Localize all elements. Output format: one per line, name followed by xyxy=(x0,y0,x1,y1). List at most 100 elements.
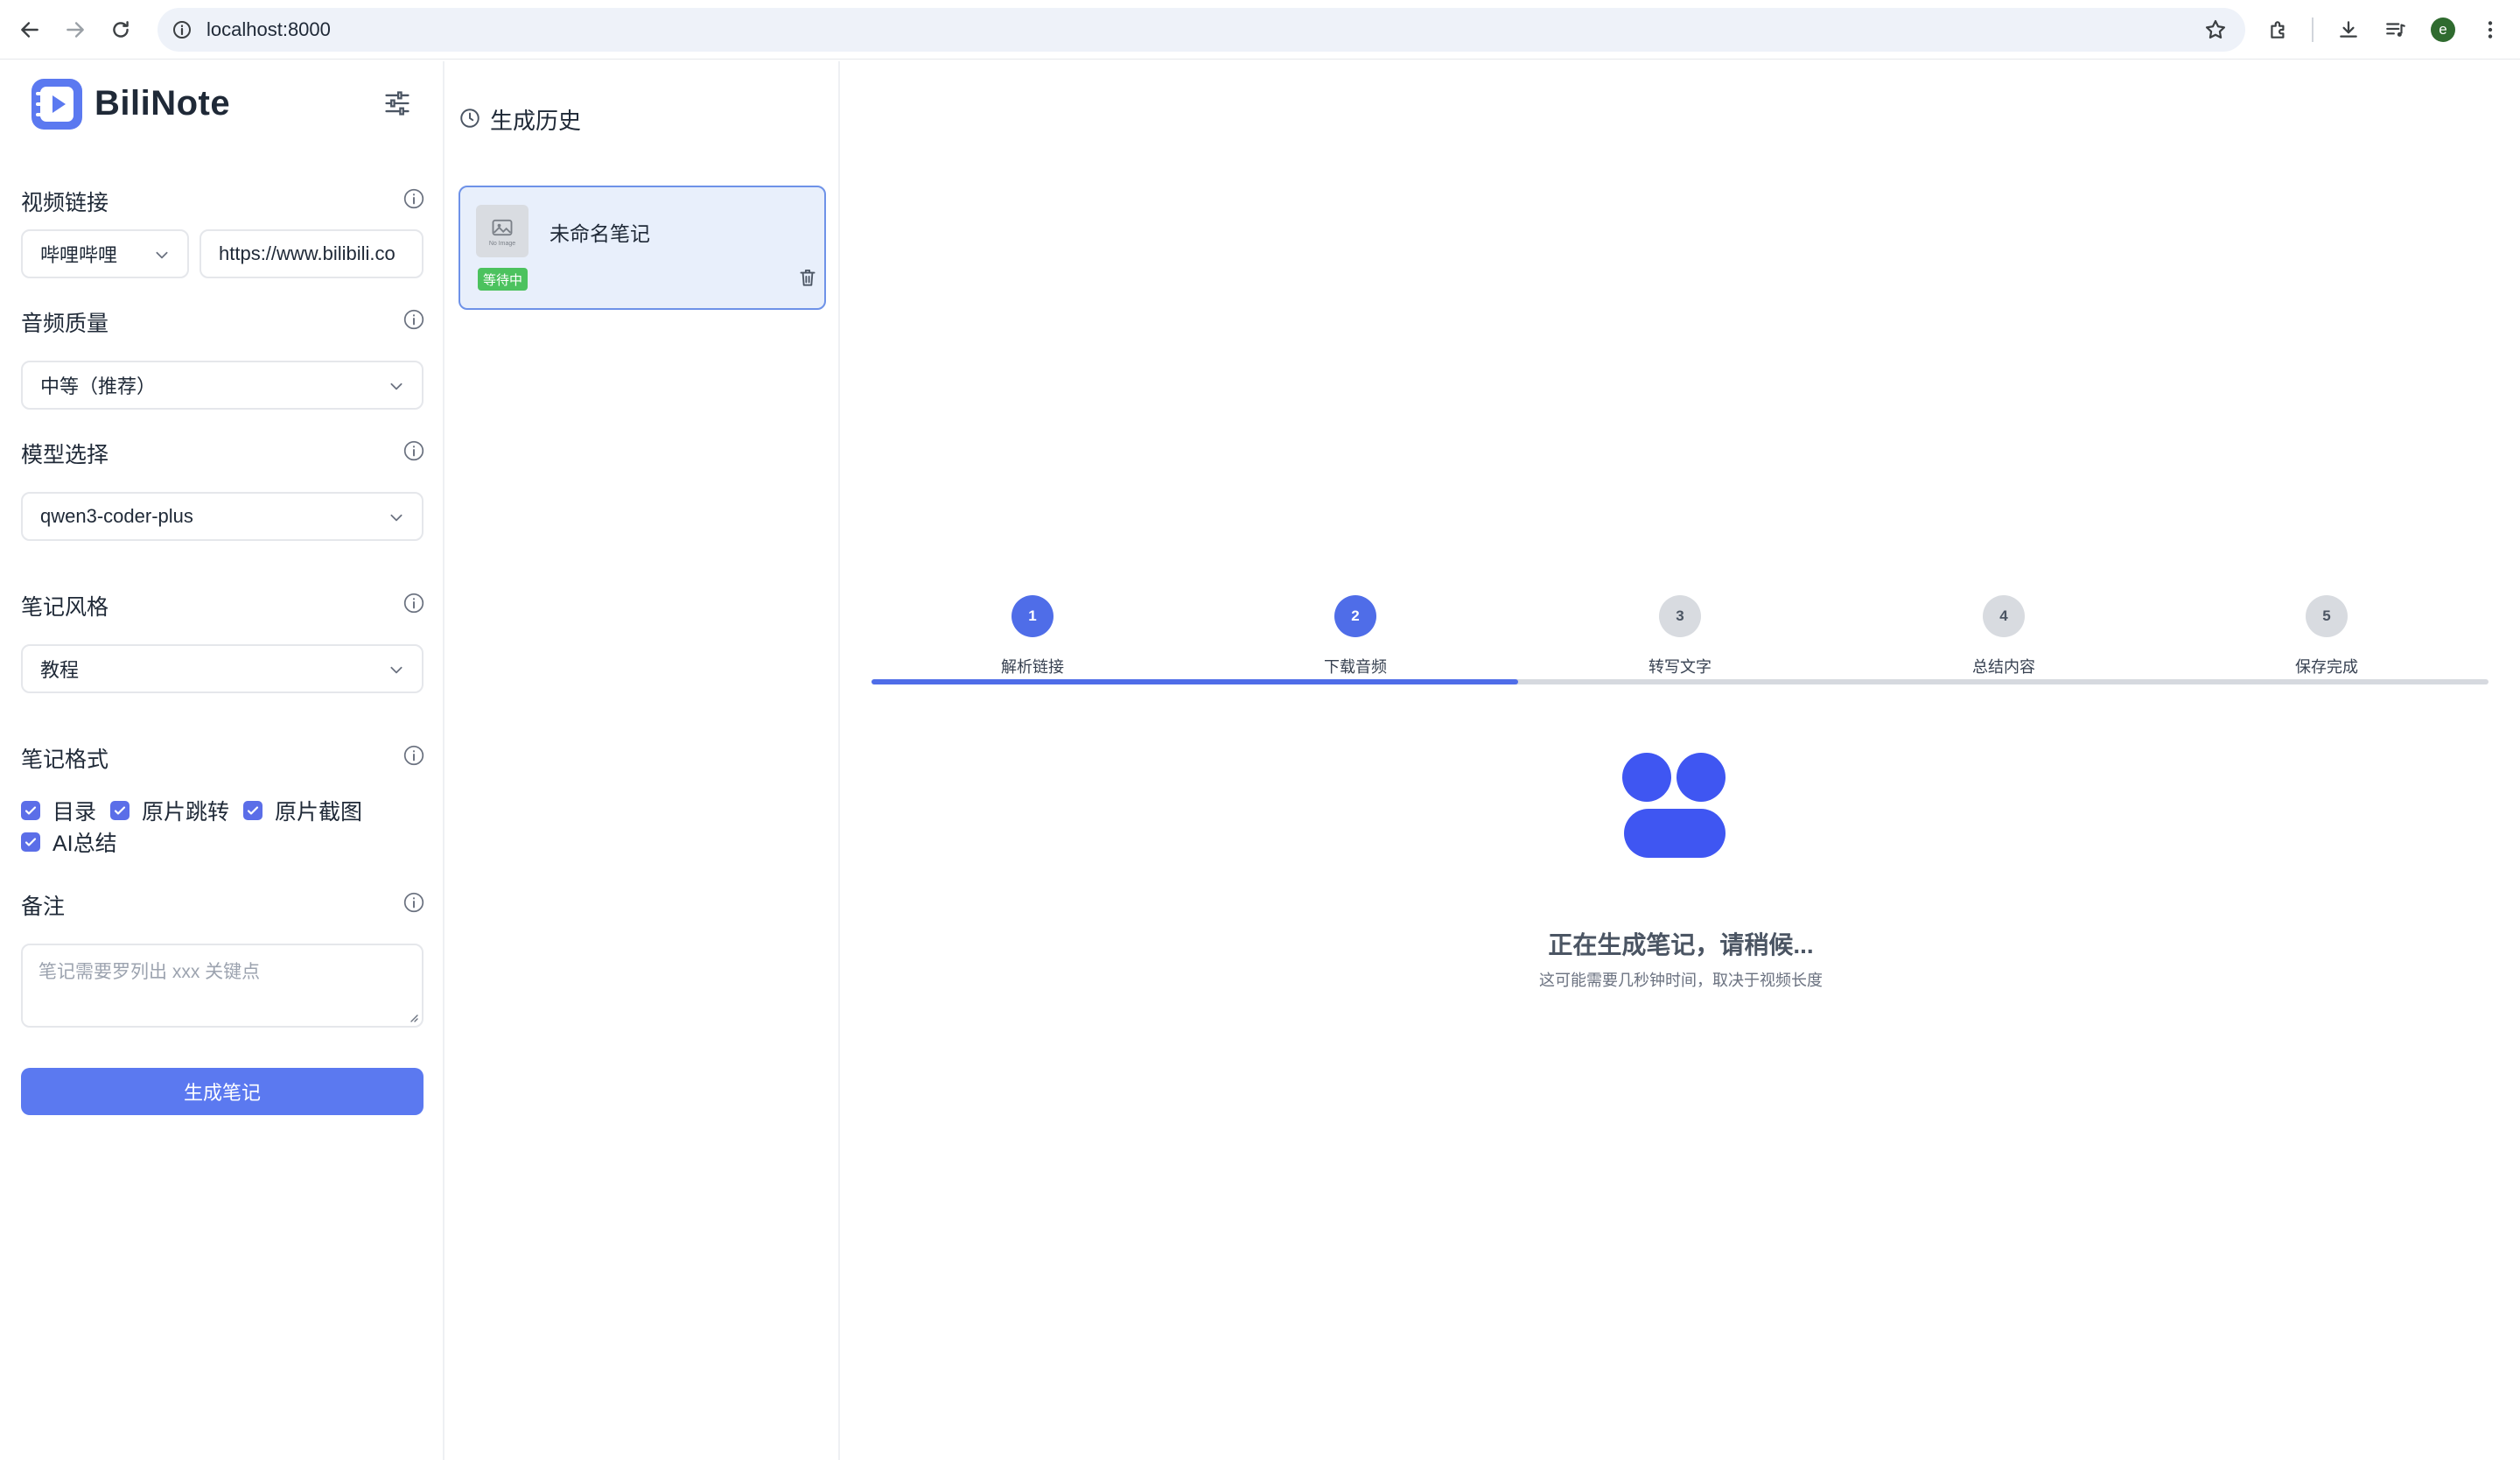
info-icon[interactable] xyxy=(402,439,425,462)
info-icon[interactable] xyxy=(402,744,425,767)
audio-quality-value: 中等（推荐） xyxy=(40,376,157,397)
status-badge: 等待中 xyxy=(478,268,528,291)
loading-spinner-icon xyxy=(1622,753,1726,858)
resize-handle-icon[interactable] xyxy=(408,1012,418,1022)
note-format-options: 目录 原片跳转 原片截图 AI总结 xyxy=(21,795,432,858)
download-icon xyxy=(2340,21,2357,38)
progress-step: 3 转写文字 xyxy=(1592,595,1768,677)
format-option-label: AI总结 xyxy=(52,832,117,856)
forward-button[interactable] xyxy=(58,12,93,47)
loading-title: 正在生成笔记，请稍候... xyxy=(1548,931,1814,958)
step-number: 5 xyxy=(2306,595,2348,637)
step-number: 1 xyxy=(1012,595,1054,637)
progress-step: 4 总结内容 xyxy=(1916,595,2091,677)
checkbox-checked[interactable] xyxy=(243,801,263,820)
info-icon[interactable] xyxy=(402,891,425,914)
checkbox-checked[interactable] xyxy=(110,801,130,820)
downloads-button[interactable] xyxy=(2331,12,2366,47)
site-info-icon[interactable] xyxy=(168,16,196,44)
step-label: 总结内容 xyxy=(1972,658,2035,676)
audio-quality-select[interactable]: 中等（推荐） xyxy=(21,361,424,410)
chevron-down-icon xyxy=(390,666,402,674)
address-bar[interactable]: localhost:8000 xyxy=(158,8,2245,52)
sliders-icon xyxy=(385,91,410,116)
info-icon[interactable] xyxy=(402,592,425,614)
platform-select[interactable]: 哔哩哔哩 xyxy=(21,229,189,278)
clock-icon xyxy=(460,109,480,128)
format-option-label: 原片截图 xyxy=(275,800,363,825)
history-title: 生成历史 xyxy=(490,108,582,134)
reload-button[interactable] xyxy=(103,12,138,47)
check-icon xyxy=(114,806,126,815)
model-select[interactable]: qwen3-coder-plus xyxy=(21,492,424,541)
progress-step: 5 保存完成 xyxy=(2239,595,2414,677)
checkbox-checked[interactable] xyxy=(21,832,40,852)
more-vertical-icon xyxy=(2488,21,2493,39)
history-item[interactable]: No Image 未命名笔记 等待中 xyxy=(458,186,826,310)
browser-toolbar: localhost:8000 e xyxy=(0,0,2520,60)
step-number: 3 xyxy=(1659,595,1701,637)
note-style-label: 笔记风格 xyxy=(21,595,109,620)
progress-step: 1 解析链接 xyxy=(945,595,1120,677)
video-link-label: 视频链接 xyxy=(21,191,109,215)
history-item-title: 未命名笔记 xyxy=(550,222,650,245)
thumbnail-caption: No Image xyxy=(488,241,516,247)
trash-icon[interactable] xyxy=(796,266,819,289)
settings-button[interactable] xyxy=(378,84,416,123)
bookmark-star-icon[interactable] xyxy=(2203,18,2228,42)
format-option-label: 原片跳转 xyxy=(142,800,230,825)
audio-quality-label: 音频质量 xyxy=(21,312,109,336)
step-label: 下载音频 xyxy=(1324,658,1387,676)
progress-fill xyxy=(872,679,1518,684)
remark-textarea[interactable]: 笔记需要罗列出 xxx 关键点 xyxy=(21,944,424,1028)
info-icon[interactable] xyxy=(402,308,425,331)
arrow-right-icon xyxy=(66,22,84,38)
profile-button[interactable]: e xyxy=(2426,12,2460,47)
avatar: e xyxy=(2431,18,2455,42)
puzzle-icon xyxy=(2271,21,2285,39)
toolbar-divider xyxy=(2312,18,2314,42)
arrow-left-icon xyxy=(21,22,38,38)
extensions-button[interactable] xyxy=(2261,12,2296,47)
brand-title: BiliNote xyxy=(94,84,231,123)
check-icon xyxy=(24,806,37,815)
step-label: 转写文字 xyxy=(1648,658,1712,676)
note-style-select[interactable]: 教程 xyxy=(21,644,424,693)
chevron-down-icon xyxy=(390,383,402,390)
progress-step: 2 下载音频 xyxy=(1268,595,1443,677)
model-value: qwen3-coder-plus xyxy=(40,505,193,527)
note-form-panel: BiliNote 视频链接 哔哩哔哩 https://www.bilibili.… xyxy=(0,61,444,1460)
check-icon xyxy=(247,806,259,815)
format-option-label: 目录 xyxy=(52,800,97,825)
note-format-label: 笔记格式 xyxy=(21,748,109,772)
info-icon[interactable] xyxy=(402,187,425,210)
loading-subtitle: 这可能需要几秒钟时间，取决于视频长度 xyxy=(1539,972,1823,989)
check-icon xyxy=(24,838,37,846)
remark-label: 备注 xyxy=(21,895,66,919)
format-option-jump[interactable]: 原片跳转 xyxy=(110,795,229,826)
chevron-down-icon xyxy=(156,251,168,259)
remark-placeholder: 笔记需要罗列出 xxx 关键点 xyxy=(38,962,261,982)
model-label: 模型选择 xyxy=(21,443,109,467)
format-option-toc[interactable]: 目录 xyxy=(21,795,96,826)
main-content: 1 解析链接 2 下载音频 3 转写文字 4 总结内容 5 保存完成 正在生成笔… xyxy=(842,61,2520,1460)
step-number: 4 xyxy=(1983,595,2025,637)
generate-note-button[interactable]: 生成笔记 xyxy=(21,1068,424,1115)
step-label: 保存完成 xyxy=(2295,658,2358,676)
image-placeholder-icon xyxy=(492,219,513,236)
history-panel: 生成历史 No Image 未命名笔记 等待中 xyxy=(446,61,840,1460)
playlist-music-icon xyxy=(2386,23,2405,37)
media-control-button[interactable] xyxy=(2378,12,2413,47)
browser-menu-button[interactable] xyxy=(2473,12,2508,47)
video-url-input[interactable]: https://www.bilibili.co xyxy=(200,229,424,278)
note-thumbnail: No Image xyxy=(476,205,528,257)
checkbox-checked[interactable] xyxy=(21,801,40,820)
bilinote-logo-icon xyxy=(32,79,82,130)
step-label: 解析链接 xyxy=(1001,658,1064,676)
back-button[interactable] xyxy=(12,12,47,47)
reload-icon xyxy=(113,21,129,38)
format-option-ai-summary[interactable]: AI总结 xyxy=(21,826,117,858)
url-text[interactable]: localhost:8000 xyxy=(206,18,331,41)
chevron-down-icon xyxy=(390,514,402,522)
format-option-screenshot[interactable]: 原片截图 xyxy=(243,795,362,826)
